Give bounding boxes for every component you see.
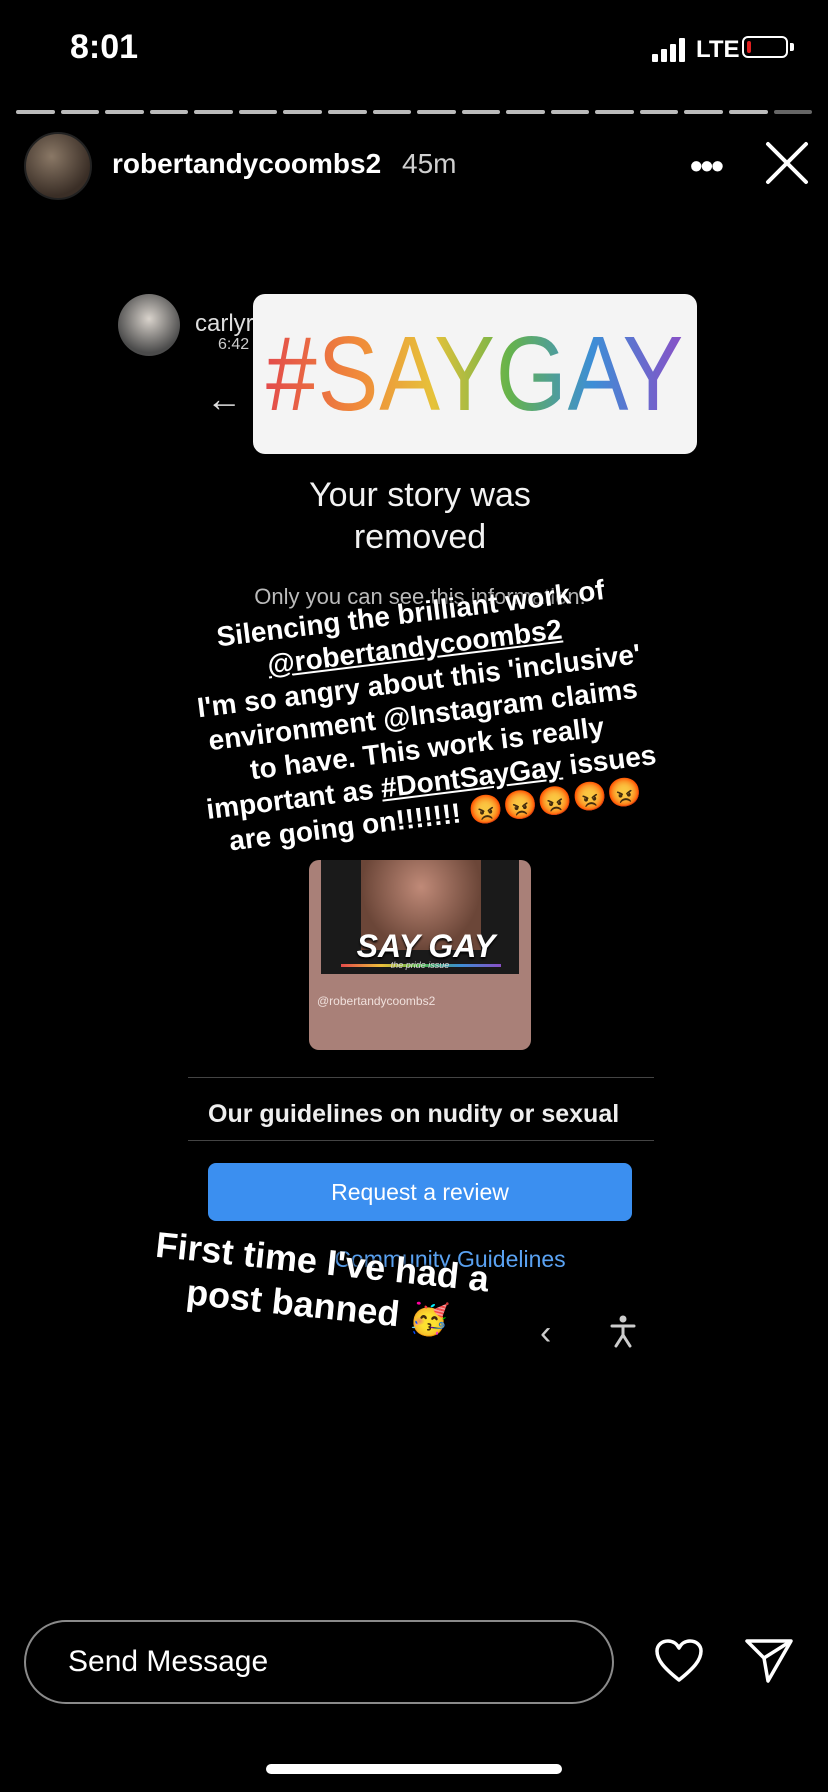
home-indicator [266,1764,562,1774]
send-icon[interactable] [744,1636,794,1684]
close-icon[interactable] [764,140,810,186]
battery-tip [790,43,794,51]
request-review-button: Request a review [208,1163,632,1221]
story-caption-2: First time I've had a post banned 🥳 [136,1221,503,1347]
hashtag-sticker-text: #SAYGAY [265,314,685,433]
commenter-time: 6:42 [218,336,250,353]
party-emoji: 🥳 [407,1298,451,1339]
story-time-ago: 45m [402,148,457,179]
post-handle: @robertandycoombs2 [317,994,436,1008]
battery-icon [742,36,788,58]
commenter-avatar [118,294,180,356]
accessibility-icon [610,1315,636,1348]
send-message-input[interactable] [24,1620,614,1704]
chevron-left-icon: ‹ [540,1314,552,1352]
post-image: SAY GAY the pride issue [321,860,519,974]
avatar[interactable] [24,132,92,200]
guidelines-heading: Our guidelines on nudity or sexual [208,1100,620,1128]
divider [188,1140,654,1141]
divider [188,1077,654,1078]
heart-icon[interactable] [654,1638,704,1684]
story-username[interactable]: robertandycoombs2 [112,148,381,180]
signal-icon [652,38,688,62]
removed-title: Your story was removed [309,476,531,556]
status-time: 8:01 [70,28,139,66]
more-icon[interactable]: ••• [690,145,724,187]
post-subtitle: the pride issue [390,960,450,970]
removed-post-thumbnail: SAY GAY the pride issue @robertandycoomb… [309,860,531,1050]
story-caption: Silencing the brilliant work of @roberta… [165,567,680,863]
network-label: LTE [696,36,740,63]
hashtag-sticker: #SAYGAY [253,294,697,454]
back-arrow-icon: ← [206,378,242,419]
story-progress-bar [16,110,813,114]
